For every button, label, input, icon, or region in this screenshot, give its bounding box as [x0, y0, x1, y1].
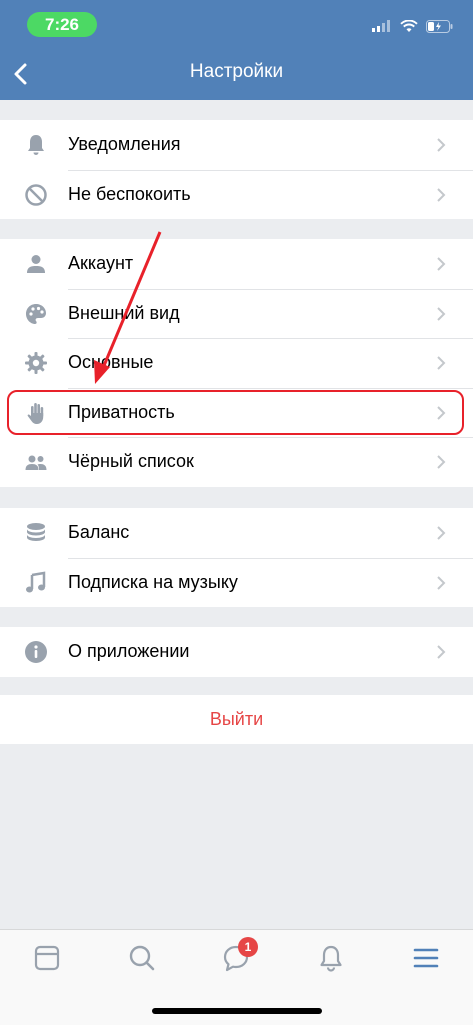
chevron-right-icon — [437, 575, 446, 590]
menu-item-label: Подписка на музыку — [68, 571, 238, 592]
search-icon[interactable] — [128, 944, 156, 972]
menu-item-label: О приложении — [68, 641, 190, 662]
music-note-icon — [26, 571, 46, 592]
menu-item-label: Баланс — [68, 522, 130, 543]
chevron-right-icon — [437, 526, 446, 540]
coins-icon — [27, 523, 45, 541]
annotation-arrow-icon — [94, 231, 162, 384]
messages-badge: 1 — [238, 937, 258, 957]
menu-icon[interactable] — [412, 944, 440, 972]
menu-item-about[interactable]: О приложении — [0, 627, 473, 677]
chevron-right-icon — [437, 645, 446, 659]
logout-button[interactable]: Выйти — [0, 695, 473, 744]
home-indicator[interactable] — [152, 1008, 322, 1014]
settings-group-billing: Баланс Подписка на музыку — [0, 508, 473, 607]
info-icon — [25, 641, 47, 663]
notifications-icon[interactable] — [317, 944, 345, 972]
menu-item-music-subscription[interactable]: Подписка на музыку — [0, 557, 473, 608]
logout-label: Выйти — [209, 709, 264, 729]
news-feed-icon[interactable] — [33, 944, 61, 972]
menu-item-balance[interactable]: Баланс — [0, 508, 473, 558]
settings-group-about: О приложении — [0, 627, 473, 677]
